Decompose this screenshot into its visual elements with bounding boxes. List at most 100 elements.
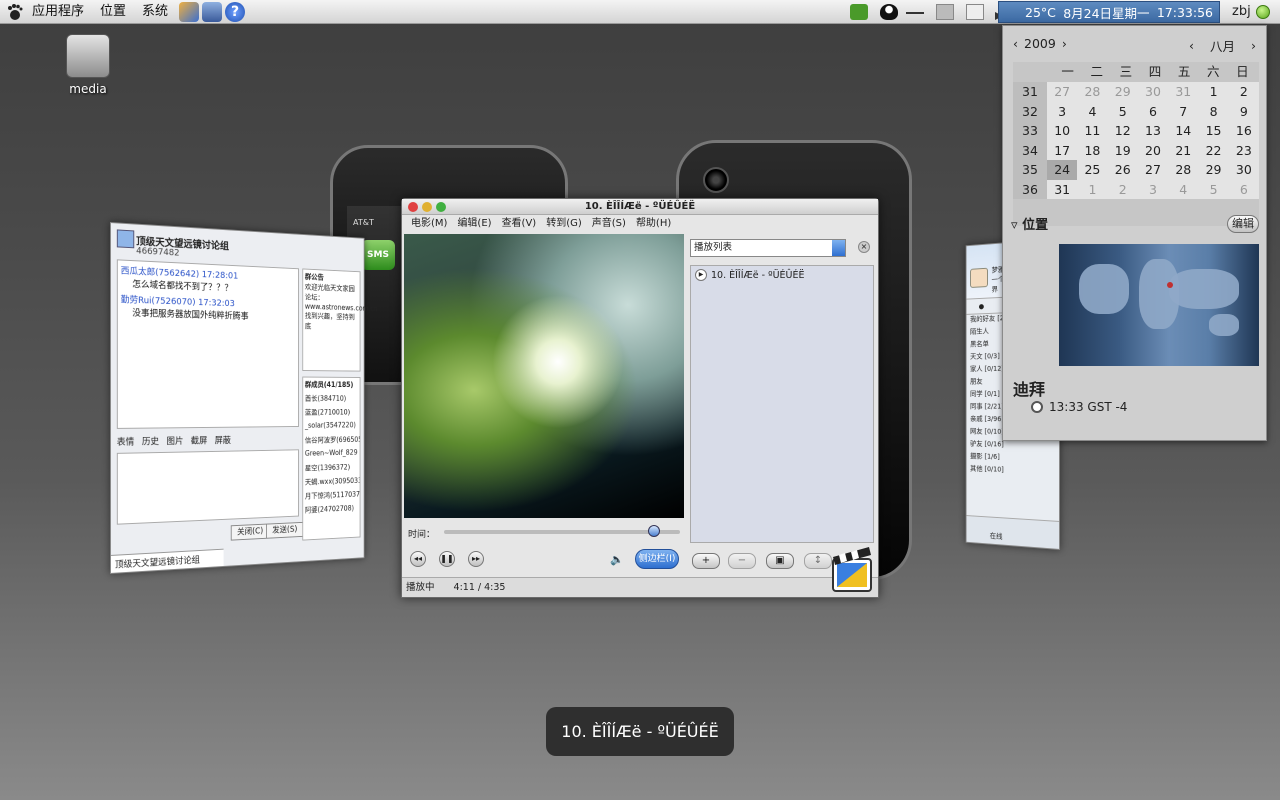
calendar-day[interactable]: 31	[1168, 82, 1198, 102]
menu-places[interactable]: 位置	[92, 0, 134, 24]
previous-button[interactable]: ◂◂	[410, 551, 426, 567]
prev-month-icon[interactable]: ‹	[1189, 38, 1194, 53]
edit-locations-button[interactable]: 编辑	[1227, 215, 1259, 233]
calendar-day[interactable]: 28	[1168, 160, 1198, 180]
image-button[interactable]: 图片	[167, 434, 184, 450]
media-player-launcher-icon[interactable]	[179, 1, 200, 22]
calendar-day[interactable]: 1	[1198, 82, 1228, 102]
list-item[interactable]: 信谷阿波罗(6965050)	[305, 434, 361, 449]
window-titlebar[interactable]: 10. ÈÎÎÍÆë - ºÜÉÛÉË	[402, 199, 878, 215]
qq-penguin-icon[interactable]	[879, 4, 898, 20]
list-item[interactable]: 阿婆(24702708)	[305, 503, 358, 519]
calendar-day[interactable]: 16	[1229, 121, 1259, 141]
calendar-day[interactable]: 11	[1077, 121, 1107, 141]
next-year-icon[interactable]: ›	[1062, 36, 1067, 51]
next-month-icon[interactable]: ›	[1251, 38, 1256, 53]
calendar-day[interactable]: 4	[1077, 102, 1107, 122]
menu-sound[interactable]: 声音(S)	[587, 215, 631, 233]
calendar-day[interactable]: 4	[1168, 180, 1198, 200]
calendar-day[interactable]: 22	[1198, 141, 1228, 161]
user-name[interactable]: zbj	[1232, 0, 1251, 24]
calendar-day[interactable]: 21	[1168, 141, 1198, 161]
block-button[interactable]: 屏蔽	[215, 433, 231, 449]
menu-help[interactable]: 帮助(H)	[631, 215, 676, 233]
calendar-popup[interactable]: ‹ 2009 › ‹ 八月 › 一 二 三 四 五 六 日 31 32 33 34 35…	[1002, 25, 1267, 441]
text-editor-launcher-icon[interactable]	[202, 1, 223, 22]
calendar-day[interactable]: 27	[1047, 82, 1077, 102]
calendar-day[interactable]: 3	[1138, 180, 1168, 200]
sidebar-toggle-button[interactable]: 侧边栏(I)	[635, 549, 679, 569]
message-input[interactable]	[116, 449, 299, 525]
calendar-day[interactable]: 10	[1047, 121, 1077, 141]
calendar-day[interactable]: 26	[1108, 160, 1138, 180]
calendar-day[interactable]: 17	[1047, 141, 1077, 161]
playlist[interactable]: ▶ 10. ÈÎÎÍÆë - ºÜÉÛÉË	[690, 265, 874, 543]
calendar-day[interactable]: 19	[1108, 141, 1138, 161]
chevron-down-icon[interactable]	[832, 240, 845, 256]
list-item[interactable]: 酋长(384710)	[305, 393, 358, 407]
gnome-foot-icon[interactable]	[6, 3, 24, 21]
calendar-day[interactable]: 24	[1047, 160, 1078, 180]
calendar-day[interactable]: 7	[1168, 102, 1198, 122]
calendar-day[interactable]: 20	[1138, 141, 1168, 161]
menu-system[interactable]: 系统	[134, 0, 176, 24]
playlist-save-button[interactable]: ▣	[766, 553, 794, 569]
list-item[interactable]: Green~Wolf_829	[305, 448, 358, 463]
close-button[interactable]: 关闭(C)	[230, 523, 270, 541]
playlist-remove-button[interactable]: −	[728, 553, 756, 569]
calendar-day[interactable]: 1	[1077, 180, 1107, 200]
close-sidebar-icon[interactable]: ×	[858, 241, 870, 253]
emoji-button[interactable]: 表情	[117, 435, 134, 451]
menu-applications[interactable]: 应用程序	[24, 0, 92, 24]
prev-year-icon[interactable]: ‹	[1013, 36, 1018, 51]
seek-handle[interactable]	[648, 525, 661, 537]
calendar-day[interactable]: 2	[1108, 180, 1138, 200]
totem-player-window[interactable]: 10. ÈÎÎÍÆë - ºÜÉÛÉË 电影(M) 编辑(E) 查看(V) 转到…	[401, 198, 879, 598]
calendar-day[interactable]: 14	[1168, 121, 1198, 141]
send-button[interactable]: 发送(S)	[266, 521, 304, 539]
calendar-day[interactable]: 27	[1138, 160, 1168, 180]
volume-icon[interactable]: 🔈	[610, 553, 624, 566]
printer-icon[interactable]	[935, 4, 954, 20]
calendar-day[interactable]: 8	[1198, 102, 1228, 122]
calendar-day[interactable]: 29	[1198, 160, 1228, 180]
chat-tab[interactable]: 顶级天文望远镜讨论组	[110, 548, 224, 573]
menu-go[interactable]: 转到(G)	[541, 215, 587, 233]
playlist-move-button[interactable]: ↕	[804, 553, 832, 569]
list-item[interactable]: _solar(3547220)	[305, 421, 358, 435]
calendar-day[interactable]: 30	[1138, 82, 1168, 102]
calendar-day[interactable]: 15	[1198, 121, 1228, 141]
calendar-days[interactable]: 27 28 29 30 31 1 2 3 4 5 6 7 8 9 10 11 12 13 14 15 16 17 18 19 2…	[1047, 82, 1259, 199]
calendar-day[interactable]: 31	[1047, 180, 1077, 200]
close-window-button[interactable]	[408, 202, 418, 212]
tab-contacts-icon[interactable]: ●	[979, 299, 984, 314]
member-list[interactable]: 群成员(41/185) 酋长(384710) 蓝盈(2710010) _sola…	[302, 376, 361, 541]
calendar-day[interactable]: 18	[1077, 141, 1107, 161]
menu-view[interactable]: 查看(V)	[497, 215, 542, 233]
calendar-day[interactable]: 28	[1077, 82, 1107, 102]
location-city[interactable]: 迪拜	[1013, 376, 1045, 400]
calendar-day[interactable]: 6	[1138, 102, 1168, 122]
locations-header[interactable]: ▿ 位置	[1011, 214, 1048, 233]
list-item[interactable]: 蓝盈(2710010)	[305, 407, 358, 421]
menu-movie[interactable]: 电影(M)	[406, 215, 452, 233]
status-label[interactable]: 在线	[990, 531, 1003, 542]
help-icon[interactable]: ?	[225, 1, 246, 22]
seek-bar[interactable]	[444, 530, 680, 534]
video-area[interactable]	[404, 234, 684, 518]
network-icon[interactable]	[906, 12, 924, 20]
minimize-button[interactable]	[422, 202, 432, 212]
clock-applet[interactable]: 25°C 8月24日星期一 17:33:56	[998, 1, 1220, 23]
user-status-icon[interactable]	[1256, 5, 1270, 19]
chat-history[interactable]: 西瓜太郎(7562642) 17:28:01 怎么域名都找不到了？？？ 勤劳Ru…	[116, 259, 299, 429]
expander-icon[interactable]: ▿	[1011, 218, 1018, 233]
screenshot-button[interactable]: 截屏	[191, 434, 208, 450]
calendar-day[interactable]: 3	[1047, 102, 1077, 122]
list-item[interactable]: ▶ 10. ÈÎÎÍÆë - ºÜÉÛÉË	[691, 266, 873, 284]
menu-edit[interactable]: 编辑(E)	[452, 215, 496, 233]
calendar-day[interactable]: 2	[1229, 82, 1259, 102]
pause-button[interactable]: ❚❚	[439, 551, 455, 567]
calendar-day[interactable]: 9	[1229, 102, 1259, 122]
sidebar-combo[interactable]: 播放列表	[690, 239, 846, 257]
calendar-day[interactable]: 6	[1229, 180, 1259, 200]
